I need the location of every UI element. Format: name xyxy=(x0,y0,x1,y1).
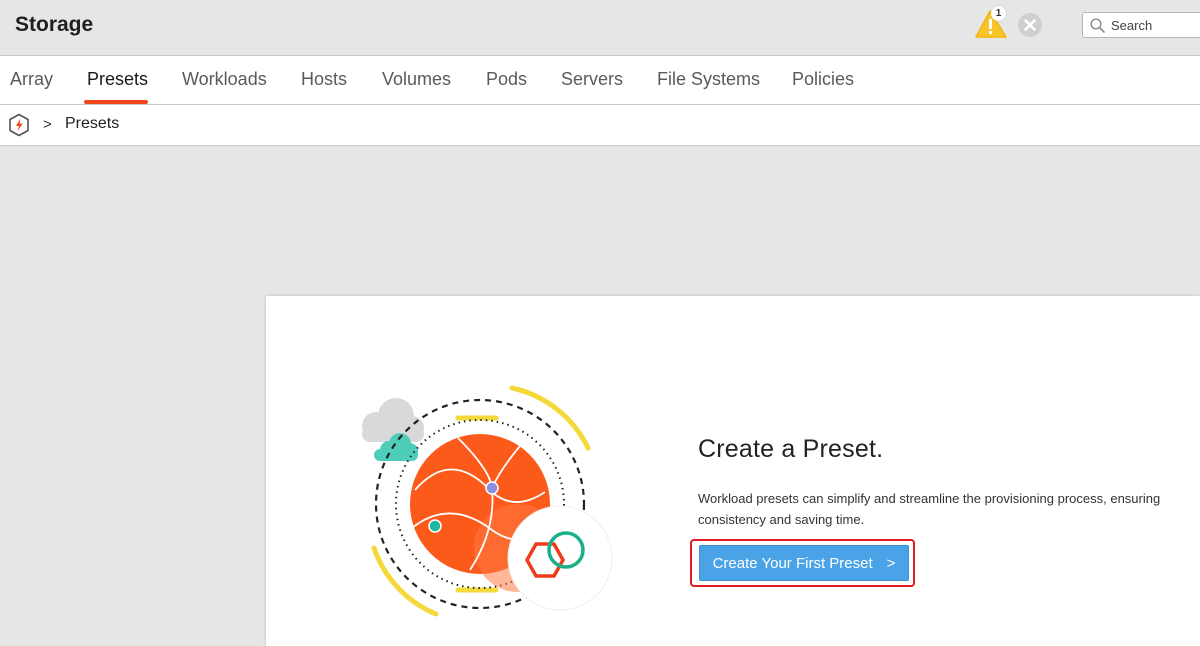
tab-servers[interactable]: Servers xyxy=(561,69,623,90)
empty-state-card: Create a Preset. Workload presets can si… xyxy=(266,296,1200,646)
preset-illustration xyxy=(362,385,613,617)
search-box[interactable] xyxy=(1082,12,1200,38)
empty-state-title: Create a Preset. xyxy=(698,435,884,463)
app-title: Storage xyxy=(15,13,94,36)
top-header: Storage 1 xyxy=(0,0,1200,56)
chevron-right-icon: > xyxy=(886,554,896,572)
breadcrumb: > Presets xyxy=(0,105,1200,146)
create-first-preset-label: Create Your First Preset xyxy=(712,554,873,572)
close-icon[interactable] xyxy=(1017,12,1043,38)
tab-volumes[interactable]: Volumes xyxy=(382,69,451,90)
tab-pods[interactable]: Pods xyxy=(486,69,527,90)
purestorage-logo-icon[interactable] xyxy=(8,113,30,137)
search-icon xyxy=(1090,18,1105,33)
tab-presets[interactable]: Presets xyxy=(87,69,148,90)
tab-array[interactable]: Array xyxy=(10,69,53,90)
alert-count-badge: 1 xyxy=(991,6,1006,21)
create-first-preset-button[interactable]: Create Your First Preset > xyxy=(699,545,909,581)
tab-bar: Array Presets Workloads Hosts Volumes Po… xyxy=(0,56,1200,105)
tab-policies[interactable]: Policies xyxy=(792,69,854,90)
breadcrumb-separator: > xyxy=(43,116,52,133)
tab-workloads[interactable]: Workloads xyxy=(182,69,267,90)
breadcrumb-current: Presets xyxy=(65,115,120,132)
tab-hosts[interactable]: Hosts xyxy=(301,69,347,90)
empty-state-description: Workload presets can simplify and stream… xyxy=(698,491,1161,527)
tab-file-systems[interactable]: File Systems xyxy=(657,69,760,90)
active-tab-indicator xyxy=(84,100,148,104)
search-input[interactable] xyxy=(1111,15,1200,35)
